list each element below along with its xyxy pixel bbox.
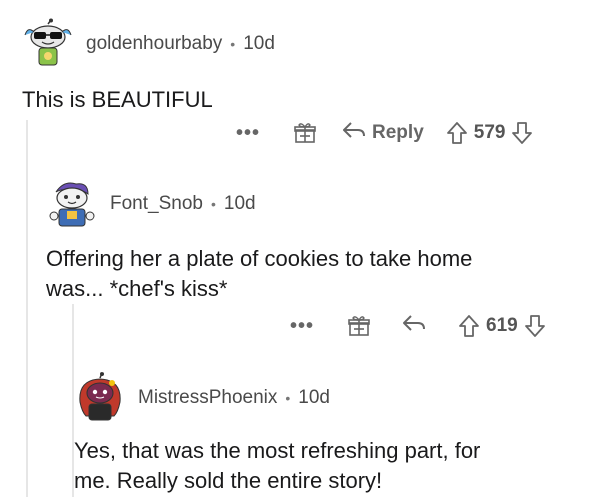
comment-body: This is BEAUTIFUL: [22, 85, 582, 115]
comment-body-line: Yes, that was the most refreshing part, …: [74, 438, 481, 463]
comment-meta: MistressPhoenix • 10d: [138, 387, 330, 409]
vote-score: 619: [486, 315, 518, 336]
username[interactable]: goldenhourbaby: [86, 33, 222, 55]
downvote-arrow-icon[interactable]: [524, 314, 546, 338]
comment-header: MistressPhoenix • 10d: [74, 372, 589, 424]
vote-score: 579: [473, 122, 506, 143]
reply-arrow-icon: [402, 313, 426, 339]
more-options-icon[interactable]: •••: [236, 122, 260, 145]
comment-meta: Font_Snob • 10d: [110, 193, 256, 215]
timestamp: 10d: [298, 387, 330, 408]
comment-meta: goldenhourbaby • 10d: [86, 33, 275, 55]
thread-line-level-1[interactable]: [26, 120, 28, 497]
comment-body-line: me. Really sold the entire story!: [74, 468, 383, 493]
comment-1: goldenhourbaby • 10d This is BEAUTIFUL: [22, 18, 582, 115]
comment-actions: ••• Reply 579: [236, 118, 533, 148]
username[interactable]: MistressPhoenix: [138, 387, 277, 409]
upvote-arrow-icon[interactable]: [446, 121, 468, 145]
comment-body-line: Offering her a plate of cookies to take …: [46, 246, 473, 271]
timestamp: 10d: [243, 33, 275, 54]
comment-body-line: was... *chef's kiss*: [46, 276, 228, 301]
meta-separator: •: [285, 390, 291, 406]
comment-body: Yes, that was the most refreshing part, …: [74, 436, 589, 496]
comment-body: Offering her a plate of cookies to take …: [46, 244, 586, 304]
gift-award-icon[interactable]: [294, 122, 316, 144]
timestamp: 10d: [223, 193, 256, 214]
avatar[interactable]: [74, 372, 126, 424]
comment-header: Font_Snob • 10d: [46, 178, 586, 230]
comment-header: goldenhourbaby • 10d: [22, 18, 582, 70]
comment-actions: ••• 619: [290, 311, 546, 341]
reply-button[interactable]: Reply: [342, 120, 424, 146]
meta-separator: •: [210, 196, 216, 212]
comment-2: Font_Snob • 10d Offering her a plate of …: [46, 178, 586, 304]
reply-button[interactable]: [402, 313, 432, 339]
more-options-icon[interactable]: •••: [290, 315, 314, 338]
comment-body-line: This is BEAUTIFUL: [22, 87, 213, 112]
meta-separator: •: [230, 36, 236, 52]
avatar[interactable]: [46, 178, 98, 230]
upvote-arrow-icon[interactable]: [458, 314, 480, 338]
reply-label: Reply: [372, 122, 424, 143]
avatar[interactable]: [22, 18, 74, 70]
reply-arrow-icon: [342, 120, 366, 146]
gift-award-icon[interactable]: [348, 315, 370, 337]
username[interactable]: Font_Snob: [110, 193, 203, 215]
downvote-arrow-icon[interactable]: [511, 121, 533, 145]
comment-3: MistressPhoenix • 10d Yes, that was the …: [74, 372, 589, 496]
